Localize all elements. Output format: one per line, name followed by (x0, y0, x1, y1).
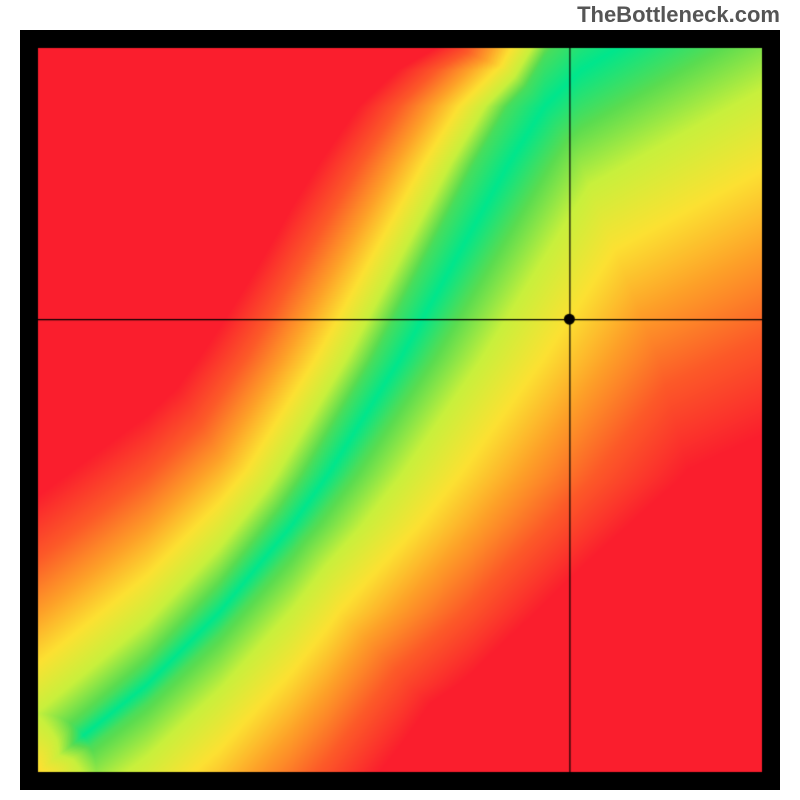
heatmap-plot (20, 30, 780, 790)
heatmap-canvas (20, 30, 780, 790)
watermark-text: TheBottleneck.com (577, 2, 780, 28)
